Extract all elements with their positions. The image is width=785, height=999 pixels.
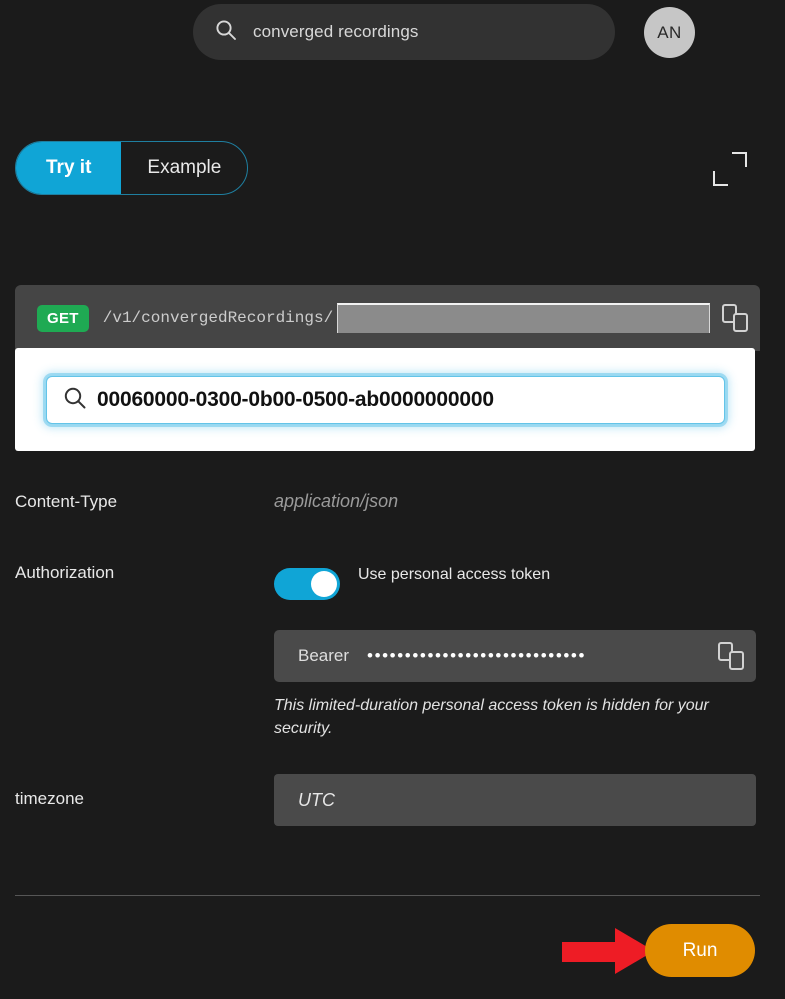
search-icon (63, 386, 87, 415)
recording-id-input[interactable]: 00060000-0300-0b00-0500-ab0000000000 (46, 376, 725, 424)
footer-divider (15, 895, 760, 896)
personal-access-token-toggle[interactable] (274, 568, 340, 600)
bearer-prefix: Bearer (298, 646, 350, 665)
toggle-knob (311, 571, 337, 597)
token-helper-text: This limited-duration personal access to… (274, 697, 709, 737)
copy-token-icon[interactable] (718, 642, 744, 670)
recording-id-value: 00060000-0300-0b00-0500-ab0000000000 (97, 388, 494, 411)
search-input-value: converged recordings (253, 22, 419, 41)
content-type-value: application/json (274, 491, 399, 511)
timezone-placeholder: UTC (298, 789, 335, 810)
annotation-arrow-icon (562, 928, 654, 974)
search-input[interactable]: converged recordings (193, 4, 615, 60)
run-button[interactable]: Run (645, 924, 755, 977)
authorization-label: Authorization (15, 563, 115, 582)
mode-tabs: Try it Example (15, 141, 249, 195)
autocomplete-overlay: 00060000-0300-0b00-0500-ab0000000000 (15, 348, 755, 451)
request-path: /v1/convergedRecordings/ (102, 309, 334, 327)
search-icon (215, 19, 237, 46)
top-bar: converged recordings AN (0, 0, 785, 64)
expand-icon[interactable] (713, 152, 747, 186)
timezone-input[interactable]: UTC (274, 774, 756, 826)
path-parameter-input[interactable] (337, 303, 710, 333)
http-method-badge: GET (37, 304, 89, 332)
tab-try-it[interactable]: Try it (16, 142, 122, 194)
bearer-token-field[interactable]: Bearer ••••••••••••••••••••••••••••• (274, 630, 756, 682)
avatar[interactable]: AN (644, 7, 695, 58)
copy-url-icon[interactable] (722, 304, 748, 332)
request-url-bar: GET /v1/convergedRecordings/ (15, 285, 760, 351)
toggle-label: Use personal access token (358, 566, 551, 583)
bearer-token-masked: ••••••••••••••••••••••••••••• (367, 646, 587, 665)
tab-example[interactable]: Example (121, 142, 247, 194)
timezone-label: timezone (15, 789, 84, 808)
content-type-label: Content-Type (15, 492, 118, 511)
api-try-it-console: converged recordings AN Try it Example G… (0, 0, 785, 999)
